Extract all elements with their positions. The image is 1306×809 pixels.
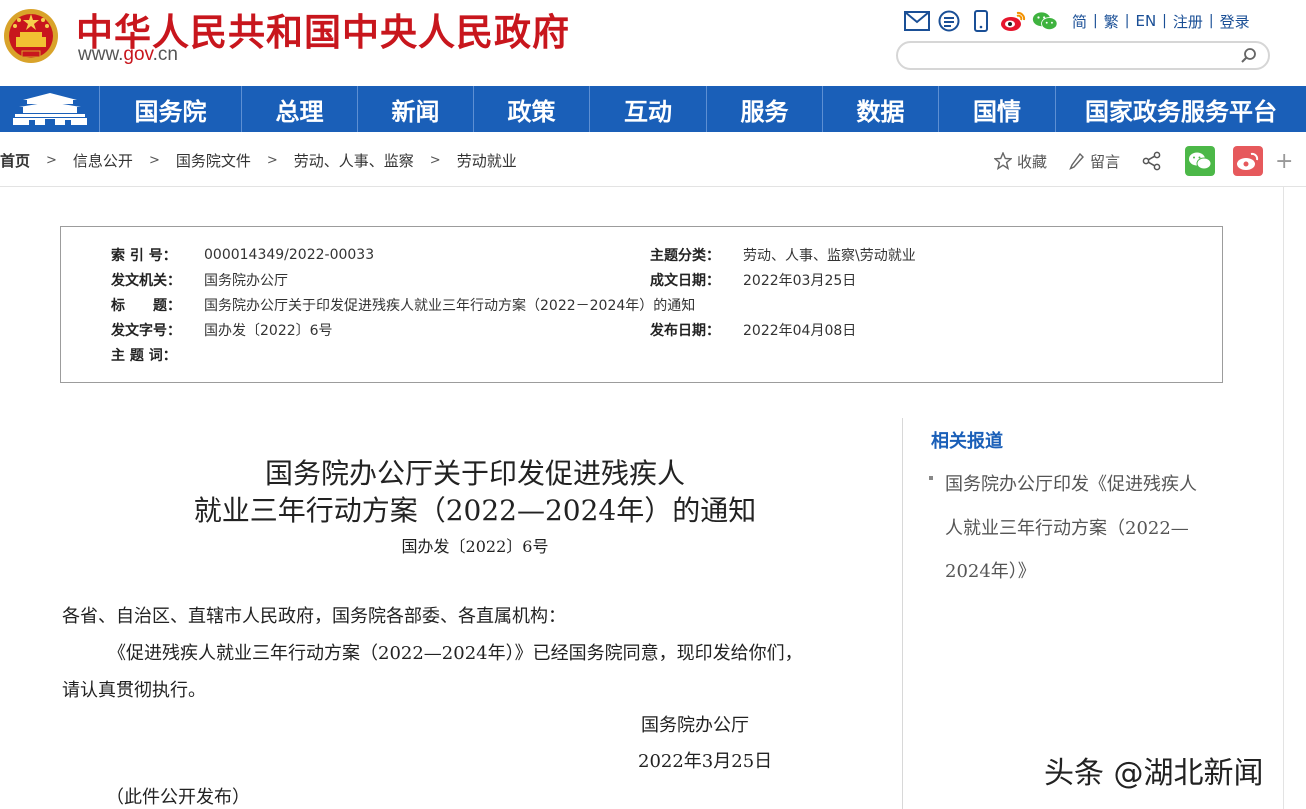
article-salutation: 各省、自治区、直辖市人民政府，国务院各部委、各直属机构： xyxy=(62,606,566,627)
mobile-icon[interactable] xyxy=(968,10,994,32)
search-icon[interactable] xyxy=(1240,47,1258,65)
top-links: 简 | 繁 | EN | 注册 | 登录 xyxy=(904,9,1256,33)
main-nav: 国务院 总理 新闻 政策 互动 服务 数据 国情 国家政务服务平台 xyxy=(0,86,1306,132)
bullet-icon xyxy=(929,476,933,480)
sidebar-divider xyxy=(902,418,903,809)
article-tools: 收藏 留言 + xyxy=(994,146,1293,176)
article-publication-note: （此件公开发布） xyxy=(106,787,250,808)
info-category: 主题分类： 劳动、人事、监察\劳动就业 xyxy=(650,248,916,264)
article-body-line-1: 《促进残疾人就业三年行动方案（2022—2024年）》已经国务院同意，现印发给你… xyxy=(108,643,803,664)
mail-icon[interactable] xyxy=(904,10,930,32)
nav-item-national-info[interactable]: 国情 xyxy=(939,86,1056,132)
info-title: 标 题： 国务院办公厅关于印发促进残疾人就业三年行动方案（2022－2024年）的… xyxy=(111,298,696,314)
nav-item-interaction[interactable]: 互动 xyxy=(590,86,707,132)
article-title-line-1: 国务院办公厅关于印发促进残疾人 xyxy=(264,457,685,490)
favorite-button[interactable]: 收藏 xyxy=(994,151,1047,172)
divider: | xyxy=(1124,13,1130,29)
nav-item-premier[interactable]: 总理 xyxy=(242,86,358,132)
divider: | xyxy=(1093,13,1098,29)
info-doc-number: 发文字号： 国办发〔2022〕6号 xyxy=(111,323,333,339)
article-date: 2022年3月25日 xyxy=(638,751,773,772)
divider: | xyxy=(1162,13,1167,29)
share-weibo-button[interactable] xyxy=(1233,146,1264,176)
rss-icon[interactable] xyxy=(936,10,962,32)
weibo-icon[interactable] xyxy=(1000,10,1026,32)
chevron-right-icon: > xyxy=(148,152,160,168)
related-reports-title: 相关报道 xyxy=(931,431,1003,452)
nav-home[interactable] xyxy=(0,86,100,132)
chevron-right-icon: > xyxy=(429,152,441,168)
chevron-right-icon: > xyxy=(46,152,57,168)
watermark: 头条 @湖北新闻 xyxy=(1044,756,1264,791)
article-title-line-2: 就业三年行动方案（2022—2024年）的通知 xyxy=(193,494,757,527)
info-keywords: 主 题 词： xyxy=(111,348,177,364)
english-link[interactable]: EN xyxy=(1135,12,1156,30)
login-link[interactable]: 登录 xyxy=(1220,11,1250,32)
article-doc-number: 国办发〔2022〕6号 xyxy=(401,537,549,556)
divider: | xyxy=(1208,13,1214,29)
nav-item-data[interactable]: 数据 xyxy=(823,86,939,132)
nav-item-policy[interactable]: 政策 xyxy=(474,86,590,132)
nav-item-news[interactable]: 新闻 xyxy=(358,86,474,132)
breadcrumb-info-disclosure[interactable]: 信息公开 xyxy=(73,150,133,171)
pen-icon xyxy=(1069,152,1084,170)
weibo-icon xyxy=(1237,152,1259,170)
info-index: 索 引 号： 000014349/2022-00033 xyxy=(111,247,375,264)
info-written-date: 成文日期： 2022年03月25日 xyxy=(650,273,857,289)
info-issuer: 发文机关： 国务院办公厅 xyxy=(111,273,288,289)
star-icon xyxy=(994,152,1012,170)
share-icon xyxy=(1142,151,1161,171)
content-border xyxy=(1283,186,1284,809)
share-wechat-button[interactable] xyxy=(1185,146,1216,176)
simplified-link[interactable]: 简 xyxy=(1072,11,1087,32)
breadcrumb-home[interactable]: 首页 xyxy=(0,150,30,171)
breadcrumb-labor-personnel[interactable]: 劳动、人事、监察 xyxy=(294,150,414,171)
site-domain[interactable]: www.gov.cn xyxy=(78,44,178,66)
share-button[interactable] xyxy=(1142,151,1167,171)
related-report-link[interactable]: 2024年）》 xyxy=(945,557,1036,583)
traditional-link[interactable]: 繁 xyxy=(1104,11,1119,32)
breadcrumb-state-council-docs[interactable]: 国务院文件 xyxy=(176,150,251,171)
nav-item-state-council[interactable]: 国务院 xyxy=(100,86,242,132)
search-input[interactable] xyxy=(896,41,1270,70)
tiananmen-icon xyxy=(12,93,87,125)
wechat-icon[interactable] xyxy=(1032,10,1058,32)
nav-item-services[interactable]: 服务 xyxy=(707,86,823,132)
breadcrumb: 首页 > 信息公开 > 国务院文件 > 劳动、人事、监察 > 劳动就业 xyxy=(0,148,517,172)
national-emblem-icon[interactable] xyxy=(2,6,60,66)
breadcrumb-employment[interactable]: 劳动就业 xyxy=(457,150,517,171)
related-report-link[interactable]: 国务院办公厅印发《促进残疾人 xyxy=(945,470,1197,496)
chevron-right-icon: > xyxy=(266,152,278,168)
wechat-icon xyxy=(1189,152,1212,170)
document-info-table: 索 引 号： 000014349/2022-00033 主题分类： 劳动、人事、监察… xyxy=(60,226,1223,383)
related-report-link[interactable]: 人就业三年行动方案（2022— xyxy=(945,514,1189,540)
comment-label: 留言 xyxy=(1090,152,1121,171)
register-link[interactable]: 注册 xyxy=(1173,11,1203,32)
article-signature: 国务院办公厅 xyxy=(641,715,749,736)
info-publish-date: 发布日期： 2022年04月08日 xyxy=(650,323,857,339)
plus-icon[interactable]: + xyxy=(1275,149,1293,174)
comment-button[interactable]: 留言 xyxy=(1069,151,1120,172)
favorite-label: 收藏 xyxy=(1017,152,1048,171)
nav-item-gov-service-platform[interactable]: 国家政务服务平台 xyxy=(1056,86,1306,132)
breadcrumb-divider xyxy=(0,186,1306,187)
site-header: 中华人民共和国中央人民政府 www.gov.cn 简 | 繁 | EN | 注册… xyxy=(0,0,1306,86)
article-body-line-2: 请认真贯彻执行。 xyxy=(62,680,206,701)
